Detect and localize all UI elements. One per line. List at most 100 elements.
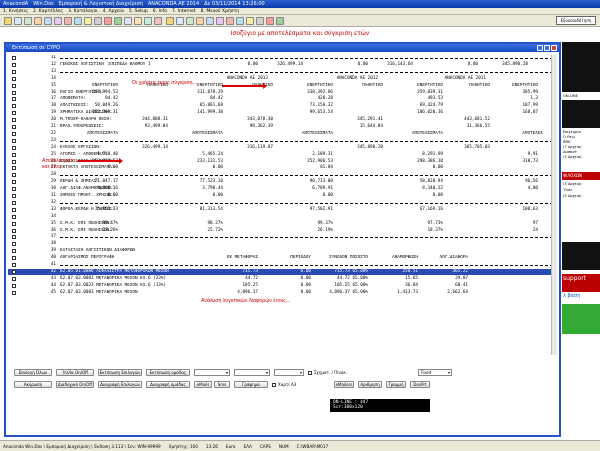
tool-icon[interactable] xyxy=(186,17,194,25)
document-icon[interactable] xyxy=(14,17,22,25)
row-checkbox[interactable] xyxy=(12,97,16,102)
table-row[interactable]: 12 ΓΕΝΙΚΟΣ ΛΟΓΙΣΤΙΚΗ :ΕΠΙΠΕΔΑ ΒΑΘΜΟΥ 1 0.0… xyxy=(8,62,557,68)
calculator-icon[interactable] xyxy=(34,17,42,25)
tool-icon[interactable] xyxy=(256,17,264,25)
menu-item[interactable]: 6. Info xyxy=(153,9,167,14)
line-button[interactable]: Γραμμή xyxy=(386,381,406,388)
table-row[interactable]: 17 ΑΠΟΘΕΜΑΤΑ: 84.42 84.42 428.28 493.53 1,3 xyxy=(8,96,557,102)
font-select[interactable]: Fixed xyxy=(418,369,452,376)
table-row[interactable]: 27 ΕΚΤΑΚΤΑ ΑΠΟΤΕΛΕΣΜΑΤΑ: 0.00 0.00 81.84 0.00 xyxy=(8,165,557,171)
settings-icon[interactable] xyxy=(94,17,102,25)
menu-item[interactable]: 3. Κατάλογοι xyxy=(68,9,98,14)
select-all-button[interactable]: Επιλογή Όλων xyxy=(14,369,52,376)
table-row[interactable]: 14 ANACONDA AE 2013 ANACONDA AE 2012 ANACON… xyxy=(8,76,557,82)
authorization-button[interactable]: Εξουσιοδότηση xyxy=(556,16,596,25)
table-row[interactable]: 19 ΧΡΗΜΑΤΙΚΑ ΔΙΑΘΕΣΙΜΑ: 152,369.31 141,999… xyxy=(8,110,557,116)
row-checkbox[interactable] xyxy=(12,235,16,240)
sequential-toggle-button[interactable]: Διαδοχικό On/Off xyxy=(56,381,94,388)
tool-icon[interactable] xyxy=(196,17,204,25)
row-checkbox[interactable] xyxy=(12,200,16,205)
numbering-button[interactable]: Αριθμηση xyxy=(358,381,382,388)
row-checkbox[interactable] xyxy=(12,228,16,233)
row-checkbox[interactable] xyxy=(12,187,16,192)
row-checkbox[interactable] xyxy=(12,194,16,198)
table-row[interactable]: 13 xyxy=(8,69,557,75)
table-row[interactable]: 18 ΑΠΑΙΤΗΣΕΙΣ: 58,049.26 65,081.68 73,156.3… xyxy=(8,103,557,109)
table-row[interactable]: 40 ΛΟΓΑΡΙΑΣΜΟΣ ΠΕΡΙΓΡΑΦΗ ΕΚ ΜΕΤΑΦΟΡΑΣ ΠΕΡΙΟ… xyxy=(8,255,557,261)
table-row[interactable]: 43 62.07.03.0003 ΜΕΤΑΦΟΡΙΚΑ ΜΕΣΟΝ ΚΙ.6 (2… xyxy=(8,276,557,282)
delete-group-button[interactable]: Διαγραφή ομάδας xyxy=(146,381,190,388)
table-row[interactable]: 31 ΖΗΜΙΕΣ ΠΡΟΗΓ. ΧΡΗΣΗΣ: 0.00 0.00 0.00 0.00 xyxy=(8,193,557,199)
maximize-icon[interactable] xyxy=(544,45,550,51)
cancel-button[interactable]: Ακύρωση xyxy=(14,381,52,388)
table-row[interactable]: 42 62.05.01.0000 ΑΣΦΑΛΙΣΤΡΑ ΜΕΤΑΦΟΡΙΚΩΝ Μ… xyxy=(8,268,557,276)
row-checkbox[interactable] xyxy=(12,249,16,254)
tool-icon[interactable] xyxy=(266,17,274,25)
mail-icon[interactable] xyxy=(64,17,72,25)
chart-button[interactable]: Γράφημα xyxy=(234,381,268,388)
delete-selection-button[interactable]: Διαγραφή Επιλογών xyxy=(98,381,142,388)
menu-item[interactable]: 7. Internet xyxy=(172,9,196,14)
chart-table-checkbox[interactable]: Σχηματ. / Πίνακ. xyxy=(308,370,347,375)
table-row[interactable]: 41 xyxy=(8,262,557,268)
row-checkbox[interactable] xyxy=(12,131,16,136)
menu-item[interactable]: 2. Καρτέλλες xyxy=(33,9,63,14)
row-checkbox[interactable] xyxy=(12,145,16,150)
toggle-button[interactable]: Ίτλ/Ια On/Off xyxy=(56,369,94,376)
row-checkbox[interactable] xyxy=(12,214,16,219)
table-row[interactable]: 23 xyxy=(8,138,557,144)
row-checkbox[interactable] xyxy=(12,83,16,88)
menu-item[interactable]: 1. Κινήσεις xyxy=(3,9,28,14)
table-row[interactable]: 45 62.07.03.0003 ΜΕΤΑΦΟΡΙΚΑ ΜΕΣΟΝ 4,096.37… xyxy=(8,290,557,296)
vertical-scrollbar[interactable] xyxy=(551,55,557,355)
folder-icon[interactable] xyxy=(4,17,12,25)
tool-icon[interactable] xyxy=(206,17,214,25)
table-row[interactable]: 38 xyxy=(8,241,557,247)
table-row[interactable]: 39 ΚΑΤΑΣΤΑΣΗ ΛΟΓΙΣΤΙΚΩΝ ΔΙΑΦΟΡΩΝ xyxy=(8,248,557,254)
row-checkbox[interactable] xyxy=(12,111,16,116)
row-checkbox[interactable] xyxy=(12,166,16,171)
table-row[interactable]: 32 xyxy=(8,200,557,206)
close-icon[interactable] xyxy=(551,45,557,51)
table-row[interactable]: 33 ΦΟΡΟΛ.ΚΕΡΔΗ Η ΖΗΜΙΕΣ: 75,953.33 81,313.… xyxy=(8,207,557,213)
row-checkbox[interactable] xyxy=(12,62,16,67)
row-checkbox[interactable] xyxy=(12,207,16,212)
sms-button[interactable]: Sms xyxy=(214,381,230,388)
a3-paper-checkbox[interactable]: Χαρτί Α3 xyxy=(272,382,296,387)
row-checkbox[interactable] xyxy=(12,269,16,274)
table-row[interactable]: 34 xyxy=(8,214,557,220)
table-row[interactable]: 15 ΕΝΕΡΓΗΤΙΚΟ ΠΑΘΗΤΙΚΟ ΕΝΕΡΓΗΤΙΚΟ ΠΑΘΗΤΙΚΟ ΕΝ… xyxy=(8,83,557,89)
print-group-button[interactable]: Εκτύπωση ομάδας xyxy=(146,369,190,376)
table-row[interactable]: 24 ΚΥΚΛΟΣ ΕΡΓΑΣΙΩΝ: 326,499.14 316,119.87 3… xyxy=(8,145,557,151)
row-checkbox[interactable] xyxy=(12,173,16,178)
lock-icon[interactable] xyxy=(134,17,142,25)
print-icon[interactable] xyxy=(24,17,32,25)
emailsss-button[interactable]: eMailsss xyxy=(334,381,354,388)
row-checkbox[interactable] xyxy=(12,276,16,281)
table-row[interactable]: 29 ΚΕΡΔΗ & ΖΗΜΙΑΙ: 71,047.17 77,523.10 90,7… xyxy=(8,179,557,185)
row-checkbox[interactable] xyxy=(12,180,16,185)
dropdown-select[interactable] xyxy=(274,369,304,376)
menu-item[interactable]: 5. Setup xyxy=(129,9,148,14)
tool-icon[interactable] xyxy=(166,17,174,25)
row-checkbox[interactable] xyxy=(12,256,16,261)
search-icon[interactable] xyxy=(44,17,52,25)
tool-icon[interactable] xyxy=(276,17,284,25)
row-checkbox[interactable] xyxy=(12,263,16,267)
dosprt-button[interactable]: DosPrt xyxy=(410,381,430,388)
row-checkbox[interactable] xyxy=(12,76,16,81)
help-icon[interactable] xyxy=(104,17,112,25)
tool-icon[interactable] xyxy=(176,17,184,25)
table-row[interactable]: 44 62.07.03.0023 ΜΕΤΑΦΟΡΙΚΑ ΜΕΣΟΝ ΚΙ.6 (1… xyxy=(8,283,557,289)
chart-icon[interactable] xyxy=(54,17,62,25)
note-icon[interactable] xyxy=(84,17,92,25)
table-row[interactable]: 22 ΑΠΟΤΕΛΕΣΜΑΤΑ ΑΠΟΤΕΛΕΣΜΑΤΑ ΑΠΟΤΕΛΕΣΜΑΤΑ ΑΠ… xyxy=(8,131,557,137)
row-checkbox[interactable] xyxy=(12,290,16,295)
row-checkbox[interactable] xyxy=(12,138,16,143)
table-row[interactable]: 16 ΠΑΓΙΟ ΕΝΕΡΓΗΤΙΚΟ: 297,994.53 311,078.29… xyxy=(8,90,557,96)
dropdown-select[interactable] xyxy=(234,369,270,376)
row-checkbox[interactable] xyxy=(12,159,16,164)
globe-icon[interactable] xyxy=(74,17,82,25)
table-row[interactable]: 21 ΒΡΑΧ.ΥΠΟΧΡΕΩΣΕΙΣ: 93,499.04 98,362.39 15… xyxy=(8,124,557,130)
table-row[interactable]: 28 xyxy=(8,172,557,178)
